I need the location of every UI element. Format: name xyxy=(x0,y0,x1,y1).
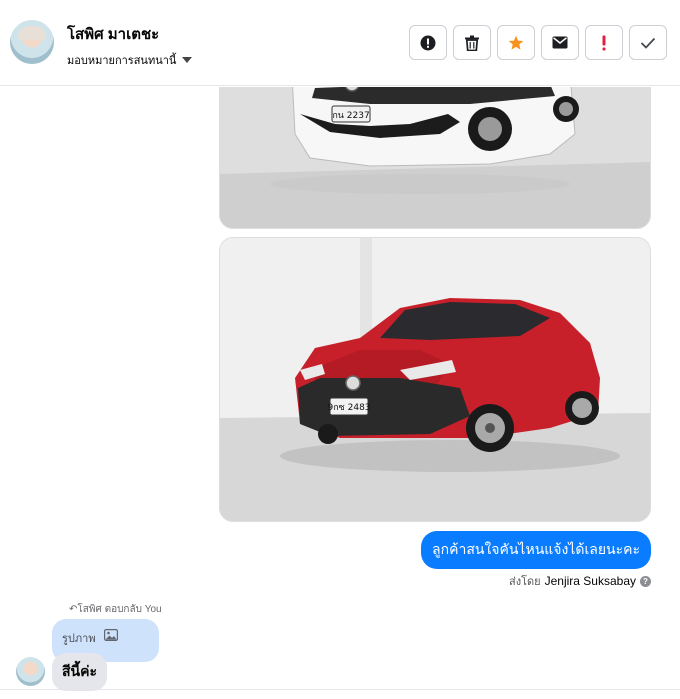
assign-label: มอบหมายการสนทนานี้ xyxy=(67,55,177,67)
trash-icon xyxy=(465,35,479,51)
exclamation-circle-icon xyxy=(420,35,436,50)
reply-note-text: โสพิศ ตอบกลับ You xyxy=(77,604,162,615)
reply-note: ↶โสพิศ ตอบกลับ You xyxy=(69,602,162,617)
image-icon xyxy=(103,629,118,641)
caret-down-icon xyxy=(182,57,193,63)
mark-spam-button[interactable] xyxy=(409,25,447,60)
quoted-label: รูปภาพ xyxy=(62,633,96,645)
outgoing-message-bubble[interactable]: ลูกค้าสนใจคันไหนแจ้งได้เลยนะคะ xyxy=(421,531,651,569)
message-thread[interactable]: กน 2237 9กซ 2483 ลูกค้าสนใจคันไหนแจ้งได้… xyxy=(0,87,680,699)
check-icon xyxy=(640,37,656,49)
action-toolbar xyxy=(409,25,667,60)
car-photo-red[interactable]: 9กซ 2483 xyxy=(219,237,651,522)
incoming-message-bubble[interactable]: สีนี้ค่ะ xyxy=(52,653,107,691)
conversation-header: โสพิศ มาเตชะ มอบหมายการสนทนานี้ xyxy=(0,0,680,86)
contact-avatar[interactable] xyxy=(10,20,54,64)
sender-avatar[interactable] xyxy=(16,657,45,686)
mark-unread-button[interactable] xyxy=(541,25,579,60)
delete-button[interactable] xyxy=(453,25,491,60)
sent-by-prefix: ส่งโดย xyxy=(509,576,541,588)
envelope-icon xyxy=(552,36,568,49)
white-car-image: กน 2237 xyxy=(220,87,650,228)
red-exclamation-icon xyxy=(602,35,606,50)
sent-by-name[interactable]: Jenjira Suksabay xyxy=(545,574,636,588)
car-photo-white[interactable]: กน 2237 xyxy=(219,87,651,229)
sent-by-info: ส่งโดย Jenjira Suksabay ? xyxy=(509,572,651,590)
message-composer[interactable] xyxy=(0,689,680,699)
help-icon[interactable]: ? xyxy=(640,575,651,587)
red-car-plate: 9กซ 2483 xyxy=(327,403,370,413)
star-button[interactable] xyxy=(497,25,535,60)
follow-up-button[interactable] xyxy=(585,25,623,60)
star-icon xyxy=(508,35,524,50)
contact-name[interactable]: โสพิศ มาเตชะ xyxy=(67,22,159,46)
red-car-image: 9กซ 2483 xyxy=(220,238,650,521)
white-car-plate: กน 2237 xyxy=(332,111,369,121)
assign-conversation-dropdown[interactable]: มอบหมายการสนทนานี้ xyxy=(67,51,193,69)
done-button[interactable] xyxy=(629,25,667,60)
